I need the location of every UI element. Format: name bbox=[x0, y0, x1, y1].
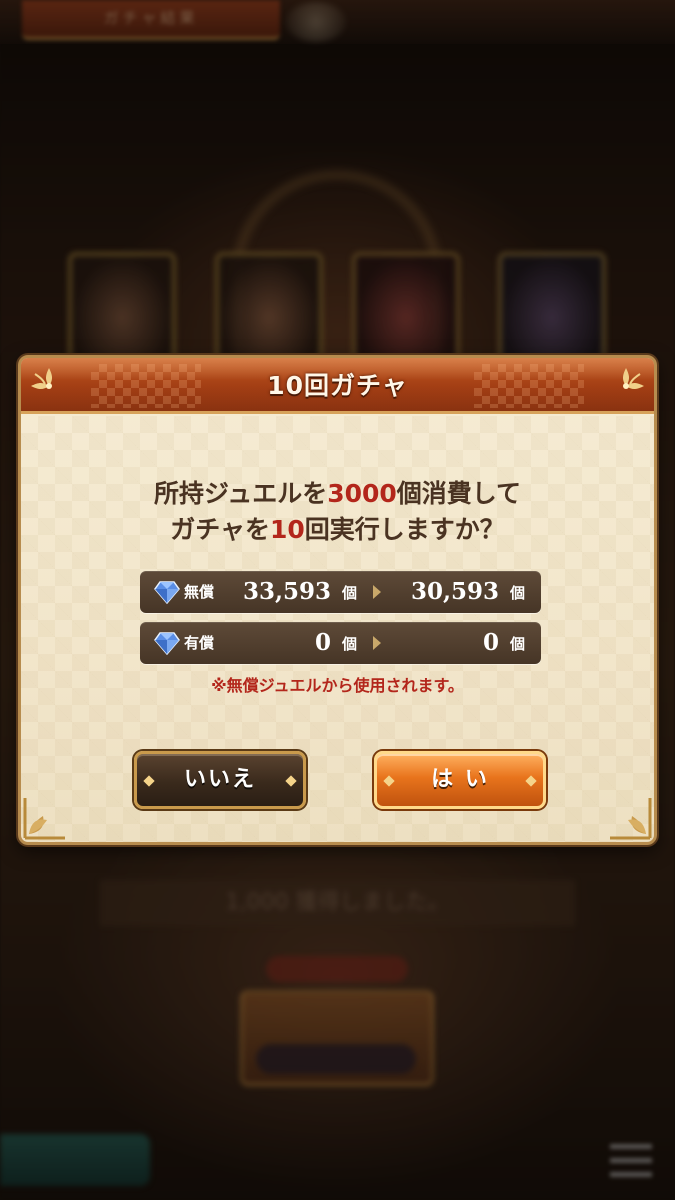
dialog-header: 10回ガチャ bbox=[21, 358, 654, 414]
gacha-confirm-dialog: 10回ガチャ 所持ジュエルを3000個消費して ガチャを10回実行しますか？ 無… bbox=[18, 355, 657, 845]
yes-button[interactable]: は い bbox=[374, 751, 546, 809]
fleur-ornament-icon bbox=[31, 368, 52, 389]
free-jewel-label: 無償 bbox=[184, 583, 215, 601]
paid-jewel-label: 有償 bbox=[184, 634, 215, 652]
no-button[interactable]: いいえ bbox=[134, 751, 306, 809]
message-line-1: 所持ジュエルを3000個消費して bbox=[153, 479, 522, 508]
jewel-cost: 3000 bbox=[327, 479, 397, 508]
dialog-title: 10回ガチャ bbox=[267, 371, 408, 400]
draw-count: 10 bbox=[269, 515, 305, 544]
no-button-label: いいえ bbox=[183, 767, 256, 792]
unit-label: 個 bbox=[509, 635, 525, 653]
paid-jewel-after: 0 bbox=[482, 629, 499, 656]
free-jewel-row: 無償 33,593 個 30,593 個 bbox=[140, 571, 541, 613]
fleur-ornament-icon bbox=[623, 368, 644, 389]
free-jewel-before: 33,593 bbox=[242, 578, 331, 605]
free-jewel-after: 30,593 bbox=[410, 578, 499, 605]
message-line-2: ガチャを10回実行しますか？ bbox=[170, 515, 505, 544]
diamond-deco-icon bbox=[525, 775, 537, 787]
unit-label: 個 bbox=[509, 584, 525, 602]
corner-ornament-icon bbox=[23, 798, 65, 840]
diamond-deco-icon bbox=[383, 775, 395, 787]
usage-note: ※無償ジュエルから使用されます。 bbox=[211, 676, 464, 695]
paid-jewel-before: 0 bbox=[314, 629, 331, 656]
unit-label: 個 bbox=[341, 635, 357, 653]
jewel-icon bbox=[154, 581, 180, 604]
confirm-message: 所持ジュエルを3000個消費して ガチャを10回実行しますか？ bbox=[21, 476, 654, 548]
paid-jewel-row: 有償 0 個 0 個 bbox=[140, 622, 541, 664]
corner-ornament-icon bbox=[610, 798, 652, 840]
diamond-deco-icon bbox=[143, 775, 155, 787]
unit-label: 個 bbox=[341, 584, 357, 602]
jewel-icon bbox=[154, 632, 180, 655]
yes-button-label: は い bbox=[431, 767, 489, 792]
diamond-deco-icon bbox=[285, 775, 297, 787]
